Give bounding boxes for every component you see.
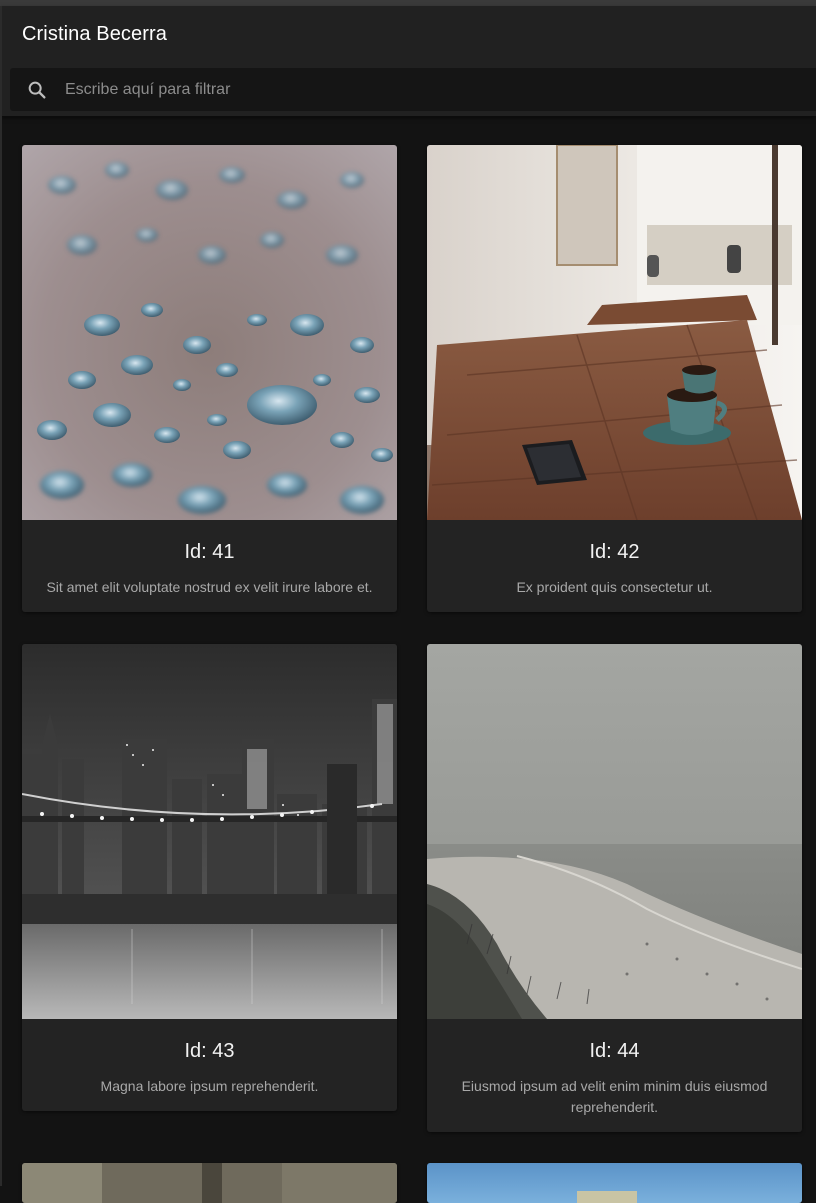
card-item[interactable]: Id: 43 Magna labore ipsum reprehenderit. xyxy=(22,644,397,1111)
card-description: Eiusmod ipsum ad velit enim minim duis e… xyxy=(461,1078,768,1115)
card-item[interactable]: Id: 42 Ex proident quis consectetur ut. xyxy=(427,145,802,612)
foggy-beach-photo xyxy=(427,644,802,1019)
partial-card-photo xyxy=(427,1163,802,1203)
card-grid: Id: 41 Sit amet elit voluptate nostrud e… xyxy=(0,116,816,1203)
water-droplets-photo xyxy=(22,145,397,520)
card-description: Sit amet elit voluptate nostrud ex velit… xyxy=(46,579,373,595)
city-bridge-night-photo xyxy=(22,644,397,1019)
card-title: Id: 43 xyxy=(184,1040,235,1062)
search-input[interactable] xyxy=(65,68,805,111)
card-description: Magna labore ipsum reprehenderit. xyxy=(100,1078,319,1094)
card-title: Id: 41 xyxy=(184,541,235,563)
card-title: Id: 44 xyxy=(589,1040,640,1062)
card-title: Id: 42 xyxy=(589,541,640,563)
partial-card-photo xyxy=(22,1163,397,1203)
app-header: Cristina Becerra xyxy=(0,6,816,116)
card-description: Ex proident quis consectetur ut. xyxy=(516,579,713,595)
search-bar[interactable] xyxy=(10,68,816,111)
cafe-table-coffee-photo xyxy=(427,145,802,520)
app-title: Cristina Becerra xyxy=(22,23,167,45)
card-item[interactable]: Id: 41 Sit amet elit voluptate nostrud e… xyxy=(22,145,397,612)
card-item[interactable]: Id: 44 Eiusmod ipsum ad velit enim minim… xyxy=(427,644,802,1132)
card-item[interactable] xyxy=(427,1163,802,1203)
search-icon xyxy=(28,81,46,99)
card-item[interactable] xyxy=(22,1163,397,1203)
